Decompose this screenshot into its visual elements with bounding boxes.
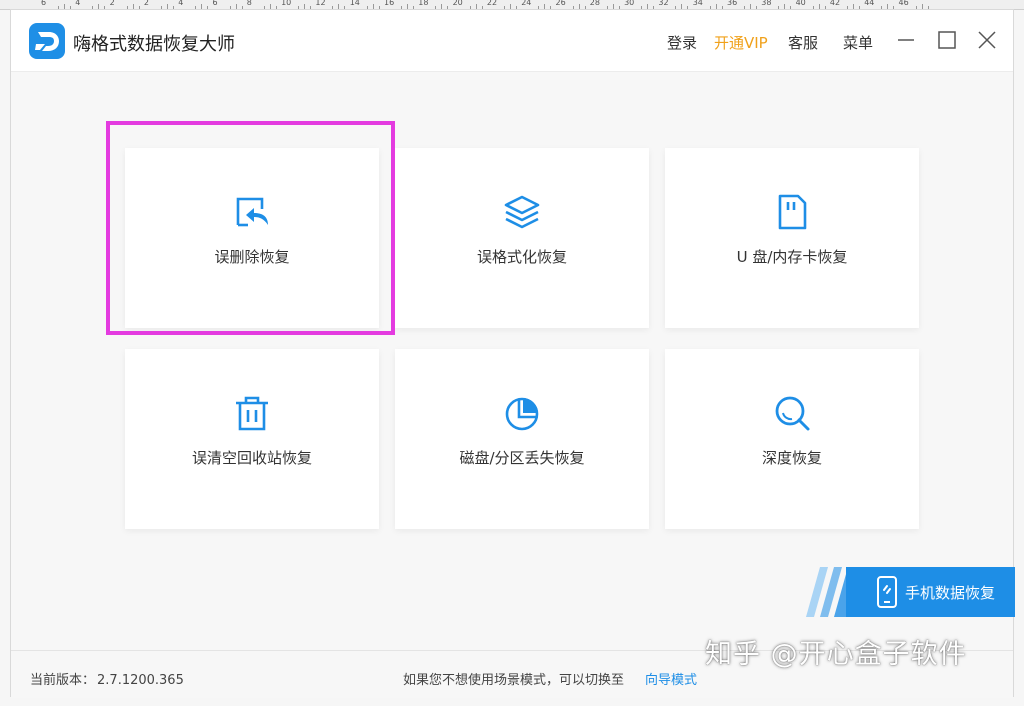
sd-card-icon — [778, 194, 807, 230]
ruler-label: 10 — [281, 0, 292, 7]
ruler-label: 24 — [521, 0, 532, 7]
ruler-label: 2 — [109, 0, 115, 7]
version-number: 2.7.1200.365 — [97, 673, 184, 688]
magnifier-icon — [775, 396, 810, 431]
app-window: 嗨格式数据恢复大师 登录 开通VIP 客服 菜单 误删除恢复 误格式化恢复 U … — [10, 9, 1015, 698]
ruler-label: 14 — [349, 0, 360, 7]
mobile-recovery-label: 手机数据恢复 — [905, 584, 996, 602]
close-icon — [978, 31, 996, 49]
ruler-label: 16 — [384, 0, 395, 7]
guide-mode-link[interactable]: 向导模式 — [645, 669, 697, 688]
ruler-label: 18 — [418, 0, 429, 7]
ruler-label: 4 — [75, 0, 81, 7]
ruler-label: 44 — [864, 0, 875, 7]
card-recycle-bin-recovery[interactable]: 误清空回收站恢复 — [125, 349, 379, 529]
ruler-label: 12 — [315, 0, 326, 7]
menu-link[interactable]: 菜单 — [843, 32, 873, 53]
card-deep-recovery[interactable]: 深度恢复 — [665, 349, 919, 529]
pie-chart-icon — [505, 397, 539, 431]
ruler-label: 6 — [212, 0, 218, 7]
ruler-label: 22 — [486, 0, 498, 7]
version-info: 当前版本： 2.7.1200.365 — [30, 669, 184, 688]
app-logo-icon — [29, 23, 65, 59]
card-label: 深度恢复 — [761, 449, 822, 467]
ruler-label: 38 — [761, 0, 772, 7]
card-partition-recovery[interactable]: 磁盘/分区丢失恢复 — [395, 349, 649, 529]
trash-icon — [236, 396, 268, 431]
file-restore-icon — [236, 197, 268, 227]
ruler-label: 30 — [624, 0, 635, 7]
ruler-label: 28 — [589, 0, 600, 7]
ruler-label: 46 — [898, 0, 909, 7]
minimize-button[interactable] — [894, 28, 918, 52]
ruler-label: 8 — [246, 0, 252, 7]
service-link[interactable]: 客服 — [788, 32, 818, 53]
ruler-label: 2 — [143, 0, 149, 7]
login-link[interactable]: 登录 — [667, 32, 697, 53]
ruler-label: 42 — [829, 0, 841, 7]
layers-icon — [504, 195, 540, 229]
ruler-label: 32 — [658, 0, 669, 7]
vip-link[interactable]: 开通VIP — [714, 32, 768, 53]
ruler-label: 6 — [41, 0, 47, 7]
phone-icon — [877, 576, 897, 608]
ruler-label: 20 — [452, 0, 463, 7]
card-usb-sd-recovery[interactable]: U 盘/内存卡恢复 — [665, 148, 919, 328]
mobile-recovery-button[interactable]: 手机数据恢复 — [846, 567, 1015, 617]
maximize-button[interactable] — [935, 28, 959, 52]
card-label: 误清空回收站恢复 — [191, 449, 312, 467]
card-label: U 盘/内存卡恢复 — [736, 248, 848, 266]
minimize-icon — [898, 39, 914, 41]
close-button[interactable] — [975, 28, 999, 52]
card-format-recovery[interactable]: 误格式化恢复 — [395, 148, 649, 328]
card-deleted-recovery[interactable]: 误删除恢复 — [125, 148, 379, 328]
app-title: 嗨格式数据恢复大师 — [73, 34, 235, 55]
version-label: 当前版本： — [30, 673, 96, 688]
ruler-label: 26 — [555, 0, 566, 7]
ruler-label: 40 — [795, 0, 806, 7]
card-label: 磁盘/分区丢失恢复 — [459, 449, 585, 467]
mode-hint: 如果您不想使用场景模式，可以切换至 — [403, 673, 625, 688]
card-label: 误删除恢复 — [214, 248, 290, 266]
ruler-label: 34 — [692, 0, 703, 7]
maximize-icon — [938, 31, 956, 49]
watermark: 知乎 @开心盒子软件 — [705, 639, 967, 670]
ruler-label: 36 — [727, 0, 738, 7]
title-bar: 嗨格式数据恢复大师 登录 开通VIP 客服 菜单 — [11, 10, 1013, 72]
ruler-label: 4 — [178, 0, 184, 7]
card-label: 误格式化恢复 — [476, 248, 567, 266]
